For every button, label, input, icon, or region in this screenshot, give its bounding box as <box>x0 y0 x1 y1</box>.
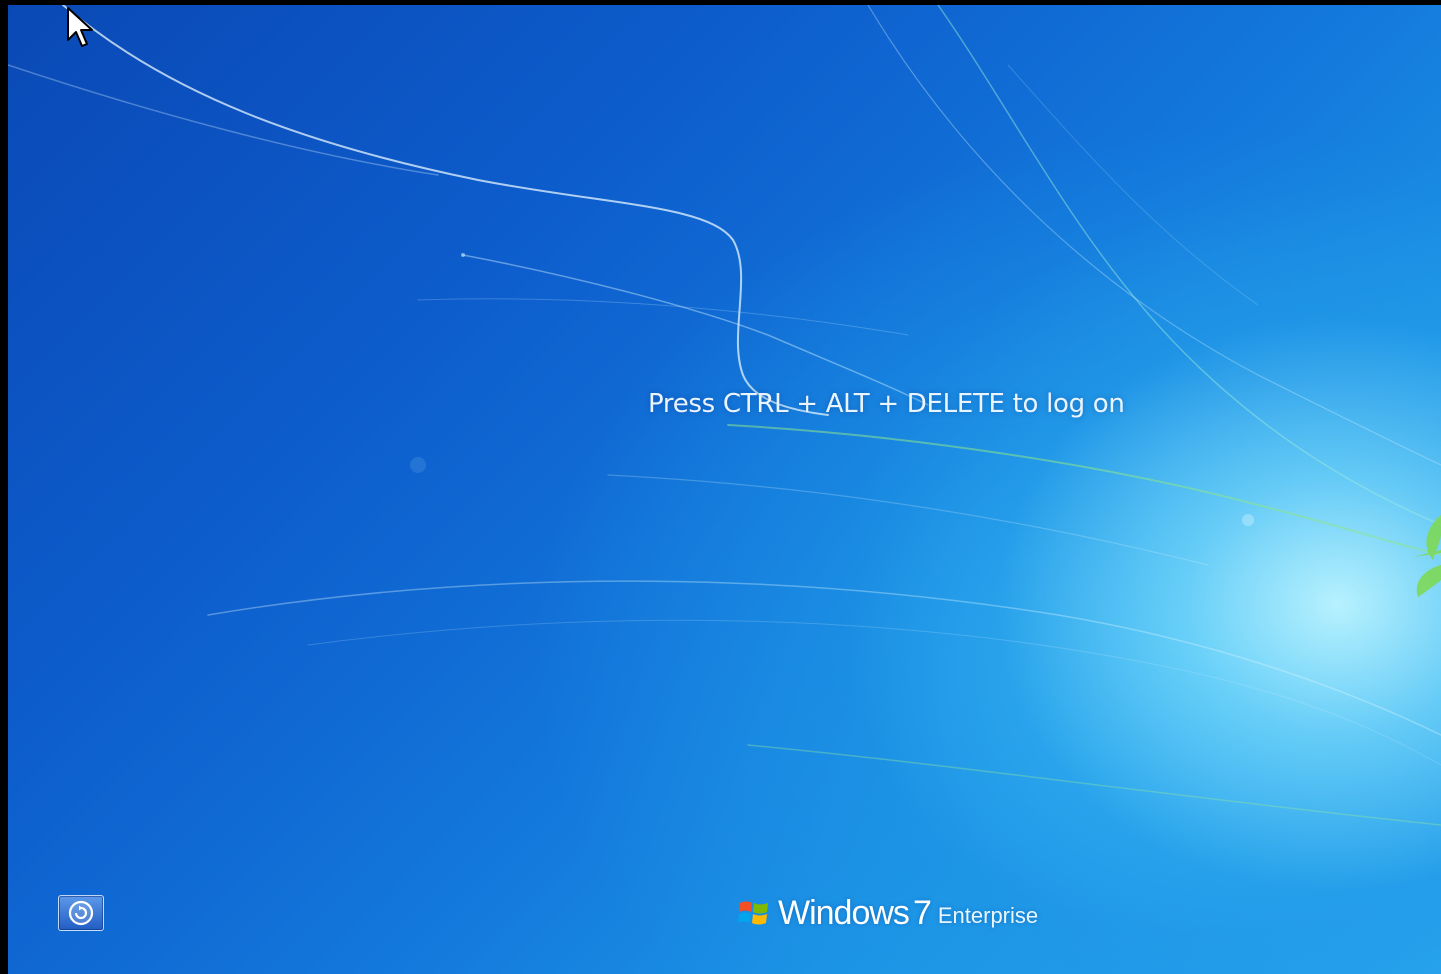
logon-screen: Press CTRL + ALT + DELETE to log on Wind… <box>8 5 1441 974</box>
mouse-cursor-icon <box>67 7 93 47</box>
brand-version: 7 <box>912 894 932 932</box>
logon-prompt: Press CTRL + ALT + DELETE to log on <box>648 389 1125 419</box>
ease-of-access-button[interactable] <box>58 895 104 931</box>
leaf-decoration <box>1413 515 1441 597</box>
windows-logo-icon <box>738 901 768 925</box>
wallpaper-swooshes <box>8 5 1441 826</box>
brand-edition: Enterprise <box>937 903 1039 928</box>
windows-branding: Windows 7 Enterprise <box>738 893 1038 933</box>
ease-of-access-icon <box>68 900 94 926</box>
brand-name: Windows <box>778 894 910 932</box>
